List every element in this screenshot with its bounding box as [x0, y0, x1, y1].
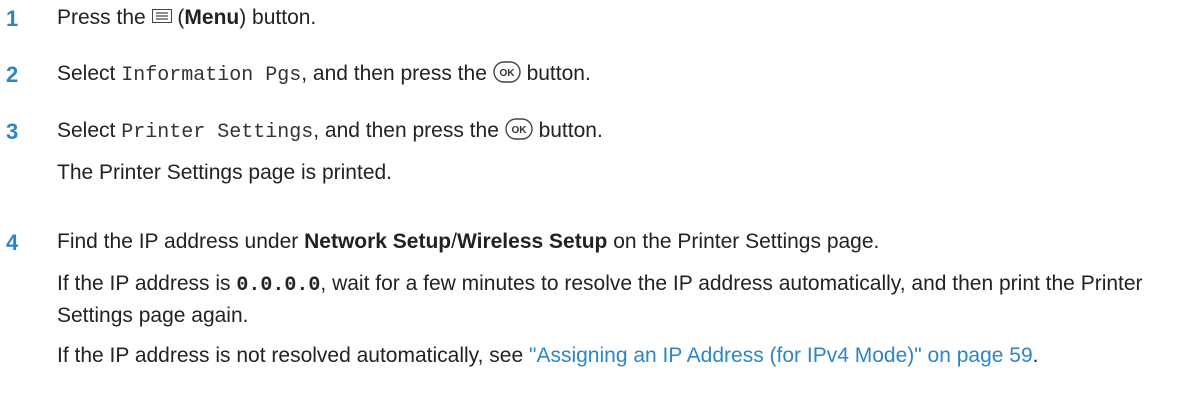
para-text: . — [1032, 344, 1039, 367]
step-number: 3 — [6, 119, 19, 144]
wireless-setup-label: Wireless Setup — [456, 230, 608, 253]
step-text-post: button. — [538, 119, 603, 142]
step-text-pre: Select — [57, 119, 116, 142]
assign-ip-link[interactable]: "Assigning an IP Address (for IPv4 Mode)… — [529, 344, 1033, 367]
step-text-pre: Press the — [57, 6, 146, 29]
step-number: 1 — [6, 6, 19, 31]
step-text-post: button. — [252, 6, 317, 29]
para-text: If the IP address is not resolved automa… — [57, 344, 524, 367]
ok-button-icon: OK — [505, 118, 533, 141]
step-text-post: button. — [526, 62, 591, 85]
ok-icon-label: OK — [499, 68, 515, 79]
ip-resolve-paragraph: If the IP address is not resolved automa… — [57, 341, 1175, 371]
step-text: Select Printer Settings, and then press … — [57, 118, 1175, 144]
step-text: Select Information Pgs, and then press t… — [57, 61, 1175, 87]
step-note: The Printer Settings page is printed. — [57, 161, 393, 184]
step-number: 2 — [6, 62, 19, 87]
network-setup-label: Network Setup — [304, 230, 452, 253]
step-text-post: on the Printer Settings page. — [613, 230, 880, 253]
menu-label: Menu — [184, 6, 240, 29]
step-text: Find the IP address under Network Setup/… — [57, 230, 1175, 254]
step-text: Press the (Menu) button. — [57, 6, 317, 29]
step-text-pre: Find the IP address under — [57, 230, 299, 253]
ip-wait-paragraph: If the IP address is 0.0.0.0, wait for a… — [57, 269, 1175, 331]
step-text-mid: , and then press the — [301, 62, 487, 85]
menu-item-name: Printer Settings — [121, 121, 314, 144]
menu-icon — [151, 9, 172, 24]
para-text: If the IP address is — [57, 272, 231, 295]
step-text-mid: , and then press the — [313, 119, 499, 142]
menu-item-name: Information Pgs — [121, 64, 302, 87]
ok-button-icon: OK — [493, 61, 521, 84]
ip-address-value: 0.0.0.0 — [236, 274, 321, 297]
ok-icon-label: OK — [511, 125, 527, 136]
step-number: 4 — [6, 230, 19, 255]
step-text-pre: Select — [57, 62, 116, 85]
